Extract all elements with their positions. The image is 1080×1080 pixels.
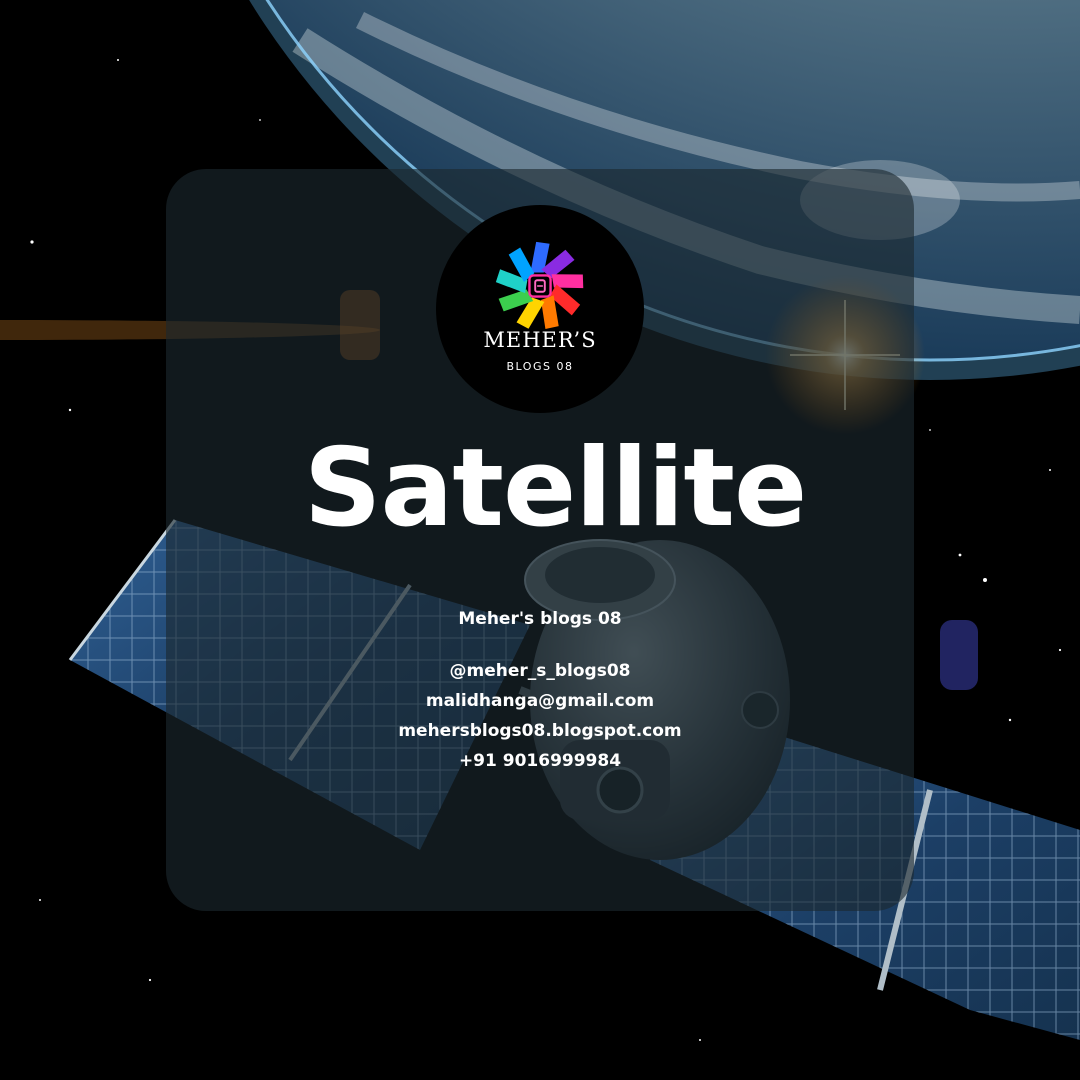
page-title: Satellite <box>303 426 807 551</box>
logo-title: MEHER’S <box>483 328 597 352</box>
email-address: malidhanga@gmail.com <box>425 691 655 711</box>
logo-subtitle: BLOGS 08 <box>506 360 574 373</box>
phone-number: +91 9016999984 <box>458 751 622 771</box>
website-url: mehersblogs08.blogspot.com <box>398 721 682 741</box>
brand-name: Meher's blogs 08 <box>458 609 622 629</box>
social-handle: @meher_s_blogs08 <box>449 661 631 681</box>
logo-flower-icon <box>495 241 584 329</box>
